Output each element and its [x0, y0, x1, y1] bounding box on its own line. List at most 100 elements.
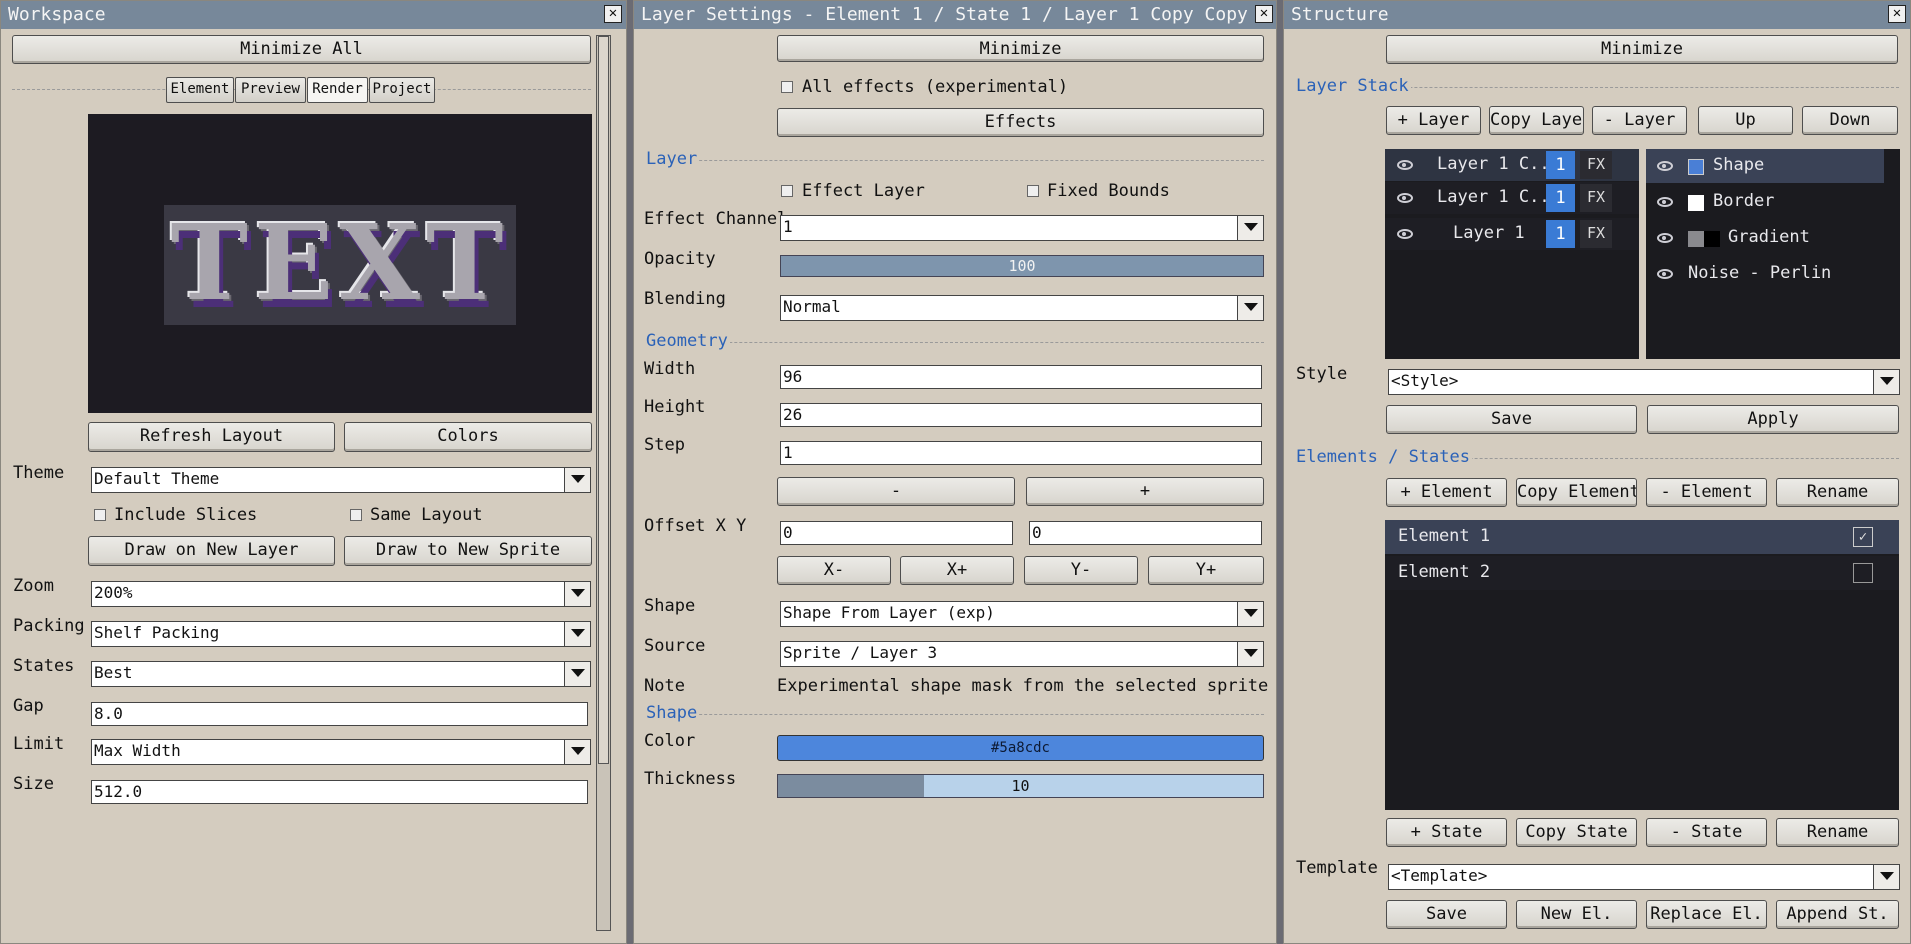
copy-state-button[interactable]: Copy State	[1516, 818, 1637, 847]
list-item[interactable]: Element 2	[1385, 556, 1899, 590]
effects-button[interactable]: Effects	[777, 108, 1264, 137]
chevron-down-icon[interactable]	[564, 582, 590, 606]
draw-new-sprite-button[interactable]: Draw to New Sprite	[344, 536, 592, 566]
same-layout-checkbox[interactable]	[350, 509, 362, 521]
rename-element-button[interactable]: Rename	[1776, 478, 1899, 507]
gap-input[interactable]: 8.0	[91, 702, 588, 726]
list-item[interactable]: Shape	[1646, 149, 1884, 183]
layer-channel-badge[interactable]: 1	[1546, 184, 1575, 212]
add-element-button[interactable]: + Element	[1386, 478, 1507, 507]
size-input[interactable]: 512.0	[91, 780, 588, 804]
include-slices-checkbox[interactable]	[94, 509, 106, 521]
chevron-down-icon[interactable]	[1237, 216, 1263, 240]
width-input[interactable]: 96	[780, 365, 1262, 389]
x-plus-button[interactable]: X+	[900, 556, 1014, 585]
refresh-layout-button[interactable]: Refresh Layout	[88, 422, 335, 452]
remove-layer-button[interactable]: - Layer	[1592, 106, 1687, 135]
y-plus-button[interactable]: Y+	[1148, 556, 1264, 585]
copy-layer-button[interactable]: Copy Layer	[1489, 106, 1584, 135]
chevron-down-icon[interactable]	[564, 622, 590, 646]
tab-render[interactable]: Render	[307, 77, 368, 103]
list-item[interactable]: Layer 1 C... 1 FX	[1385, 149, 1639, 181]
effect-channel-select[interactable]: 1	[780, 215, 1264, 241]
packing-select[interactable]: Shelf Packing	[91, 621, 591, 647]
effect-layer-checkbox[interactable]	[781, 185, 793, 197]
theme-select[interactable]: Default Theme	[91, 467, 591, 493]
offset-y-input[interactable]: 0	[1029, 521, 1262, 545]
checkbox-icon[interactable]	[1853, 563, 1873, 583]
copy-element-button[interactable]: Copy Element	[1516, 478, 1637, 507]
offset-x-input[interactable]: 0	[780, 521, 1013, 545]
chevron-down-icon[interactable]	[564, 662, 590, 686]
step-input[interactable]: 1	[780, 441, 1262, 465]
height-input[interactable]: 26	[780, 403, 1262, 427]
style-select[interactable]: <Style>	[1388, 369, 1900, 395]
x-minus-button[interactable]: X-	[777, 556, 891, 585]
color-swatch-button[interactable]: #5a8cdc	[777, 735, 1264, 761]
close-icon[interactable]: ✕	[1255, 5, 1273, 23]
append-state-button[interactable]: Append St.	[1776, 900, 1899, 929]
opacity-slider[interactable]: 100	[780, 255, 1264, 277]
blending-select[interactable]: Normal	[780, 295, 1264, 321]
colors-button[interactable]: Colors	[344, 422, 592, 452]
close-icon[interactable]: ✕	[604, 5, 622, 23]
chevron-down-icon[interactable]	[1873, 370, 1899, 394]
workspace-scrollbar[interactable]	[596, 35, 611, 931]
thickness-slider[interactable]: 10	[777, 774, 1264, 798]
minimize-button[interactable]: Minimize	[1386, 35, 1898, 64]
chevron-down-icon[interactable]	[1873, 865, 1899, 889]
eye-icon[interactable]	[1657, 161, 1673, 171]
minimize-all-button[interactable]: Minimize All	[12, 35, 591, 64]
source-select[interactable]: Sprite / Layer 3	[780, 641, 1264, 667]
eye-icon[interactable]	[1657, 269, 1673, 279]
workspace-titlebar[interactable]: Workspace	[1, 1, 626, 29]
checkbox-checked-icon[interactable]: ✓	[1853, 527, 1873, 547]
remove-element-button[interactable]: - Element	[1646, 478, 1767, 507]
chevron-down-icon[interactable]	[564, 468, 590, 492]
fx-button[interactable]: FX	[1580, 220, 1612, 248]
list-item[interactable]: Border	[1646, 185, 1884, 219]
y-minus-button[interactable]: Y-	[1024, 556, 1138, 585]
list-item[interactable]: Layer 1 1 FX	[1385, 218, 1639, 250]
eye-icon[interactable]	[1397, 193, 1413, 203]
tab-preview[interactable]: Preview	[235, 77, 306, 103]
layer-channel-badge[interactable]: 1	[1546, 151, 1575, 179]
eye-icon[interactable]	[1397, 160, 1413, 170]
effects-list-scrollbar[interactable]	[1886, 149, 1898, 359]
add-state-button[interactable]: + State	[1386, 818, 1507, 847]
list-item[interactable]: Layer 1 C... 1 FX	[1385, 182, 1639, 214]
draw-new-layer-button[interactable]: Draw on New Layer	[88, 536, 335, 566]
up-button[interactable]: Up	[1698, 106, 1793, 135]
eye-icon[interactable]	[1657, 197, 1673, 207]
step-minus-button[interactable]: -	[777, 477, 1015, 506]
zoom-select[interactable]: 200%	[91, 581, 591, 607]
chevron-down-icon[interactable]	[1237, 296, 1263, 320]
rename-state-button[interactable]: Rename	[1776, 818, 1899, 847]
fx-button[interactable]: FX	[1580, 184, 1612, 212]
eye-icon[interactable]	[1397, 229, 1413, 239]
chevron-down-icon[interactable]	[1237, 602, 1263, 626]
fx-button[interactable]: FX	[1580, 151, 1612, 179]
replace-element-button[interactable]: Replace El.	[1646, 900, 1767, 929]
remove-state-button[interactable]: - State	[1646, 818, 1767, 847]
chevron-down-icon[interactable]	[564, 740, 590, 764]
all-effects-checkbox[interactable]	[781, 81, 793, 93]
layer-channel-badge[interactable]: 1	[1546, 220, 1575, 248]
template-select[interactable]: <Template>	[1388, 864, 1900, 890]
list-item[interactable]: Gradient	[1646, 221, 1884, 255]
tab-element[interactable]: Element	[166, 77, 234, 103]
eye-icon[interactable]	[1657, 233, 1673, 243]
fixed-bounds-checkbox[interactable]	[1027, 185, 1039, 197]
minimize-button[interactable]: Minimize	[777, 35, 1264, 62]
tab-project[interactable]: Project	[369, 77, 435, 103]
close-icon[interactable]: ✕	[1888, 5, 1906, 23]
layer-settings-titlebar[interactable]: Layer Settings - Element 1 / State 1 / L…	[634, 1, 1276, 29]
save-style-button[interactable]: Save	[1386, 405, 1637, 434]
save-template-button[interactable]: Save	[1386, 900, 1507, 929]
states-select[interactable]: Best	[91, 661, 591, 687]
limit-select[interactable]: Max Width	[91, 739, 591, 765]
list-item[interactable]: Noise - Perlin	[1646, 257, 1884, 291]
apply-style-button[interactable]: Apply	[1647, 405, 1899, 434]
step-plus-button[interactable]: +	[1026, 477, 1264, 506]
structure-titlebar[interactable]: Structure	[1284, 1, 1910, 29]
